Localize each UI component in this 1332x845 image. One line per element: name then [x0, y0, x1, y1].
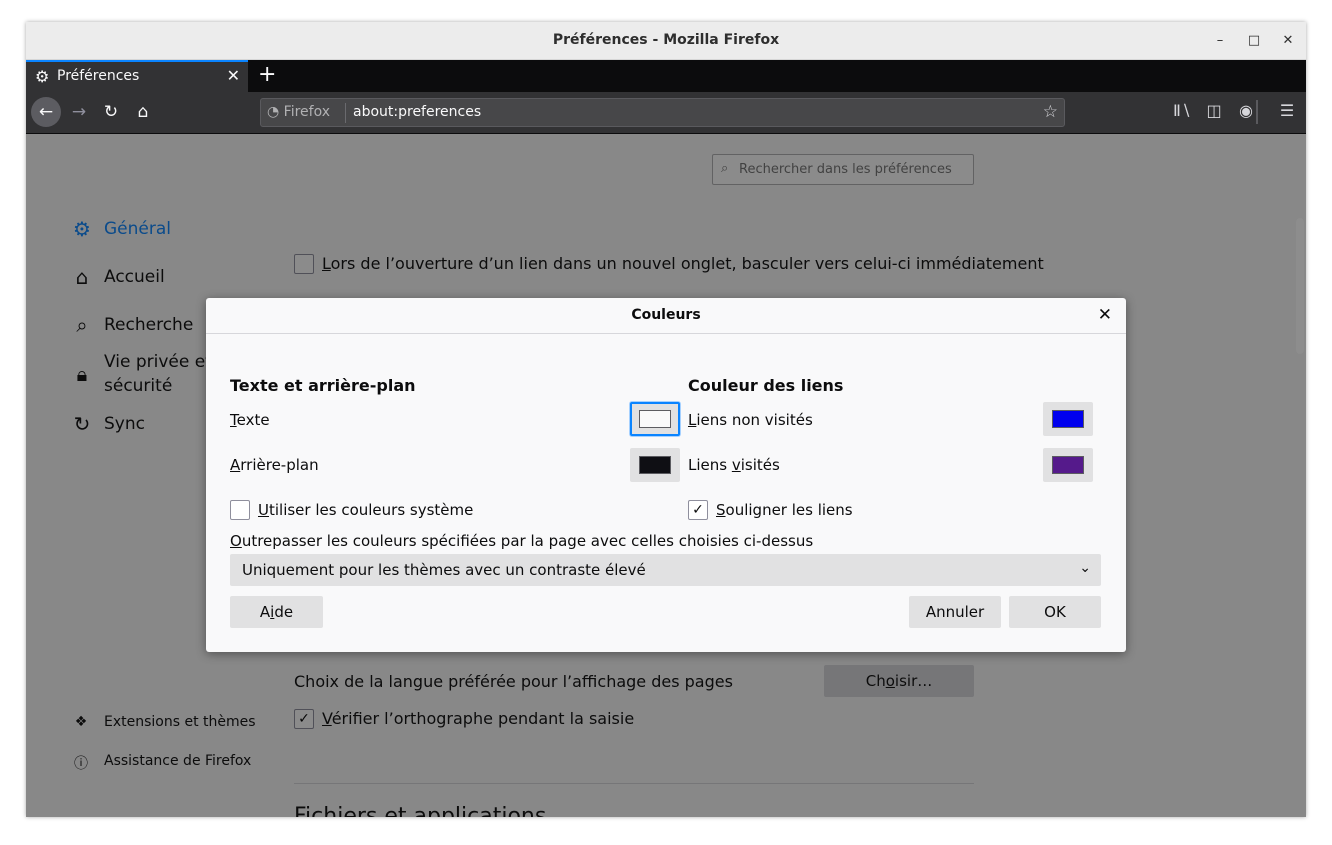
- tab-preferences[interactable]: ⚙ Préférences ✕: [26, 60, 248, 92]
- override-colors-select[interactable]: Uniquement pour les thèmes avec un contr…: [230, 554, 1101, 586]
- chevron-down-icon: ⌄: [1079, 560, 1091, 576]
- minimize-icon[interactable]: –: [1210, 31, 1230, 51]
- unvisited-links-label: Liens non visités: [688, 411, 813, 429]
- dialog-title: Couleurs: [631, 307, 701, 323]
- title-bar: Préférences - Mozilla Firefox – □ ✕: [26, 22, 1306, 60]
- toolbar-separator: [1256, 100, 1258, 124]
- window-title: Préférences - Mozilla Firefox: [552, 32, 780, 48]
- url-bar[interactable]: ◔ Firefox about:preferences ☆: [260, 98, 1065, 127]
- new-tab-icon[interactable]: +: [258, 62, 276, 87]
- close-icon[interactable]: ✕: [1278, 31, 1298, 51]
- help-button[interactable]: Aide: [230, 596, 323, 628]
- sidebar-icon[interactable]: ◫: [1202, 101, 1226, 120]
- firefox-logo-icon: ◔: [267, 104, 280, 120]
- dialog-header: Couleurs ✕: [206, 298, 1126, 334]
- forward-arrow-icon[interactable]: →: [64, 97, 94, 127]
- underline-links-checkbox[interactable]: ✓: [688, 500, 708, 520]
- unvisited-links-color-picker[interactable]: [1043, 402, 1093, 436]
- account-icon[interactable]: ◉: [1234, 101, 1258, 120]
- link-colors-heading: Couleur des liens: [688, 376, 844, 395]
- home-icon[interactable]: ⌂: [128, 97, 158, 127]
- text-color-picker[interactable]: [630, 402, 680, 436]
- url-text[interactable]: about:preferences: [353, 104, 481, 120]
- system-colors-label: Utiliser les couleurs système: [258, 501, 474, 519]
- identity-box[interactable]: ◔ Firefox: [267, 104, 330, 120]
- text-color-swatch: [639, 410, 671, 428]
- bookmark-star-icon[interactable]: ☆: [1043, 102, 1058, 122]
- navigation-toolbar: ← → ↻ ⌂ ◔ Firefox about:preferences ☆ Ⅱ∖…: [26, 92, 1306, 134]
- tab-strip: ⚙ Préférences ✕ +: [26, 60, 1306, 92]
- override-colors-value: Uniquement pour les thèmes avec un contr…: [242, 561, 646, 579]
- background-color-swatch: [639, 456, 671, 474]
- background-color-picker[interactable]: [630, 448, 680, 482]
- visited-links-swatch: [1052, 456, 1084, 474]
- gear-icon: ⚙: [35, 67, 50, 86]
- identity-label: Firefox: [283, 104, 331, 120]
- ok-button[interactable]: OK: [1009, 596, 1101, 628]
- unvisited-links-swatch: [1052, 410, 1084, 428]
- visited-links-label: Liens visités: [688, 456, 780, 474]
- back-arrow-icon[interactable]: ←: [31, 97, 61, 127]
- url-separator: [345, 103, 346, 123]
- background-color-label: Arrière-plan: [230, 456, 319, 474]
- override-colors-label: Outrepasser les couleurs spécifiées par …: [230, 532, 814, 550]
- tab-label: Préférences: [57, 68, 140, 84]
- close-icon[interactable]: ✕: [1098, 305, 1112, 325]
- maximize-icon[interactable]: □: [1244, 31, 1264, 51]
- visited-links-color-picker[interactable]: [1043, 448, 1093, 482]
- reload-icon[interactable]: ↻: [96, 97, 126, 127]
- text-background-heading: Texte et arrière-plan: [230, 376, 416, 395]
- hamburger-menu-icon[interactable]: ☰: [1275, 101, 1299, 120]
- system-colors-checkbox[interactable]: [230, 500, 250, 520]
- cancel-button[interactable]: Annuler: [909, 596, 1001, 628]
- colors-dialog: Couleurs ✕ Texte et arrière-plan Couleur…: [206, 298, 1126, 652]
- scrollbar-thumb[interactable]: [1296, 218, 1304, 354]
- tab-close-icon[interactable]: ✕: [227, 66, 240, 85]
- underline-links-label: Souligner les liens: [716, 501, 853, 519]
- library-icon[interactable]: Ⅱ∖: [1170, 101, 1194, 120]
- text-color-label: Texte: [230, 411, 270, 429]
